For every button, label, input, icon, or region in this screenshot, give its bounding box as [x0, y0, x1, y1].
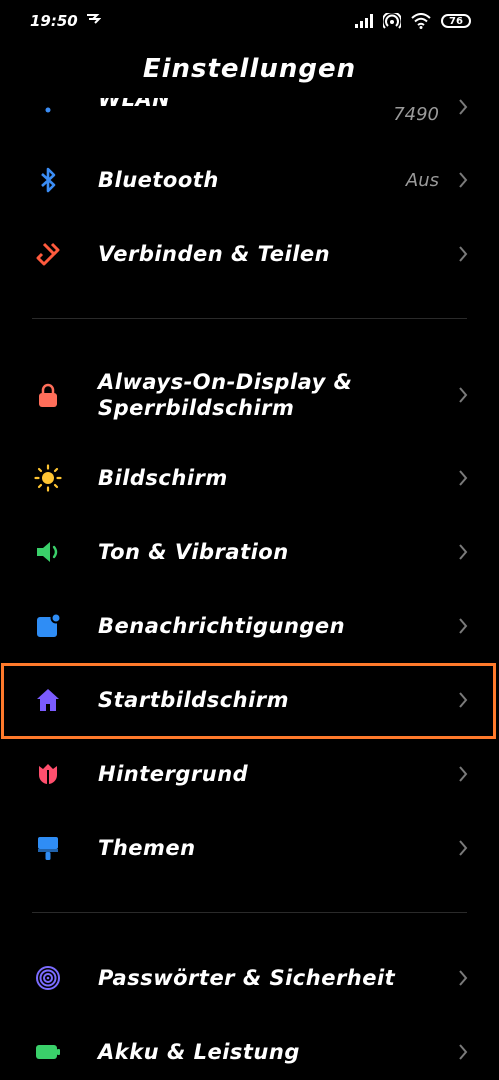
settings-item-notifications[interactable]: Benachrichtigungen: [0, 606, 499, 646]
settings-item-label-line2: Sperrbildschirm: [98, 396, 295, 420]
settings-item-security[interactable]: Passwörter & Sicherheit: [0, 958, 499, 998]
battery-indicator: 76: [441, 14, 471, 28]
sun-icon: [34, 464, 62, 492]
battery-icon: [36, 1045, 60, 1059]
chevron-right-icon: [459, 970, 468, 986]
settings-item-bluetooth[interactable]: Bluetooth Aus: [0, 160, 499, 200]
notification-icon: [37, 612, 62, 637]
tulip-icon: [39, 764, 57, 784]
share-icon: [36, 242, 60, 266]
lock-icon: [39, 383, 57, 407]
chevron-right-icon: [459, 246, 468, 262]
chevron-right-icon: [459, 99, 468, 115]
chevron-right-icon: [459, 387, 468, 403]
settings-item-label: Benachrichtigungen: [98, 614, 346, 638]
chevron-right-icon: [459, 618, 468, 634]
settings-item-label: Bluetooth: [98, 168, 219, 192]
chevron-right-icon: [459, 470, 468, 486]
settings-item-value: Aus: [405, 170, 439, 191]
settings-item-display[interactable]: Bildschirm: [0, 458, 499, 498]
settings-item-label: Verbinden & Teilen: [98, 242, 331, 266]
signal-icon: [355, 14, 373, 28]
status-time: 19:50: [30, 12, 78, 30]
settings-item-sound[interactable]: Ton & Vibration: [0, 532, 499, 572]
settings-item-battery[interactable]: Akku & Leistung: [0, 1032, 499, 1072]
settings-item-label: Always-On-Display &: [98, 370, 353, 394]
bluetooth-icon: [41, 167, 56, 193]
settings-item-label: Passwörter & Sicherheit: [98, 966, 396, 990]
status-bar: 19:50 76: [0, 0, 499, 44]
chevron-right-icon: [459, 544, 468, 560]
chevron-right-icon: [459, 1044, 468, 1060]
settings-item-label: Akku & Leistung: [98, 1040, 300, 1064]
fingerprint-icon: [36, 966, 60, 990]
settings-item-themes[interactable]: Themen: [0, 828, 499, 868]
data-saver-icon: [87, 14, 101, 24]
settings-item-label: Ton & Vibration: [98, 540, 289, 564]
settings-item-label: Hintergrund: [98, 762, 249, 786]
wifi-icon: [45, 107, 51, 113]
settings-item-wlan[interactable]: WLAN 7490: [0, 98, 499, 126]
settings-item-value: 7490: [393, 104, 439, 125]
settings-item-wallpaper[interactable]: Hintergrund: [0, 754, 499, 794]
chevron-right-icon: [459, 172, 468, 188]
section-divider: [32, 912, 467, 913]
status-icons: 76: [355, 12, 471, 30]
settings-item-label: Bildschirm: [98, 466, 228, 490]
paint-brush-icon: [38, 837, 58, 860]
settings-item-label: WLAN: [98, 98, 171, 111]
settings-item-lockscreen[interactable]: Always-On-Display & Sperrbildschirm: [0, 366, 499, 424]
section-divider: [32, 318, 467, 319]
settings-item-connect-share[interactable]: Verbinden & Teilen: [0, 234, 499, 274]
settings-item-label: Themen: [98, 836, 196, 860]
page-title: Einstellungen: [142, 54, 357, 84]
highlight-box: [1, 663, 496, 739]
speaker-icon: [37, 542, 58, 562]
chevron-right-icon: [459, 840, 468, 856]
chevron-right-icon: [459, 766, 468, 782]
wifi-icon: [411, 13, 431, 29]
hotspot-icon: [383, 13, 401, 29]
